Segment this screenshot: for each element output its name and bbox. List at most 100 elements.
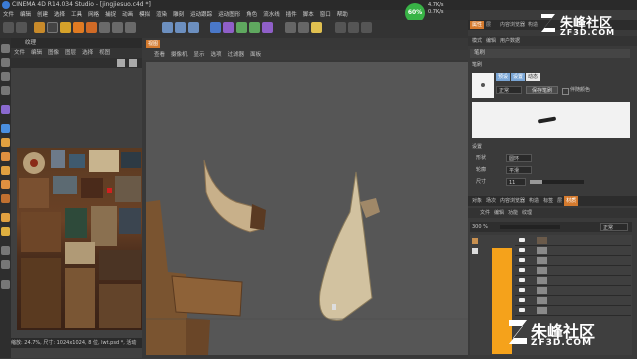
layer-opacity-slider[interactable] xyxy=(500,225,560,229)
menu-animate[interactable]: 动画 xyxy=(119,10,136,20)
brush-mode-dropdown[interactable]: 正常 xyxy=(496,86,522,94)
layers-menu-file[interactable]: 文件 xyxy=(468,208,492,218)
layer-row[interactable] xyxy=(515,256,631,266)
text-tool-icon[interactable] xyxy=(1,213,10,222)
tex-menu-image[interactable]: 图像 xyxy=(45,48,62,58)
layer-row[interactable] xyxy=(515,276,631,286)
undo-icon[interactable] xyxy=(3,22,14,33)
model-mode-icon[interactable] xyxy=(1,44,10,53)
texture-atlas-image[interactable] xyxy=(17,148,142,330)
menu-pipeline[interactable]: 流水线 xyxy=(260,10,283,20)
tex-menu-select[interactable]: 选择 xyxy=(79,48,96,58)
attr-menu-edit[interactable]: 编辑 xyxy=(484,36,498,46)
layer-row[interactable] xyxy=(515,236,631,246)
lower-tab-browser[interactable]: 内容浏览器 xyxy=(498,196,527,206)
points-icon[interactable] xyxy=(1,105,10,114)
vp-menu-options[interactable]: 选项 xyxy=(208,50,225,60)
layer-row[interactable] xyxy=(515,246,631,256)
axis-x-icon[interactable] xyxy=(99,22,110,33)
layer-mode-dropdown[interactable]: 正常 xyxy=(600,223,628,231)
tex-menu-view[interactable]: 视图 xyxy=(96,48,113,58)
menu-window[interactable]: 窗口 xyxy=(317,10,334,20)
tab-structure[interactable]: 构造 xyxy=(526,21,540,29)
lower-tab-structure[interactable]: 构造 xyxy=(527,196,541,206)
deformer-icon[interactable] xyxy=(262,22,273,33)
layer-zoom[interactable]: 300 % xyxy=(470,224,488,230)
vp-menu-view[interactable]: 查看 xyxy=(142,50,168,60)
light-icon[interactable] xyxy=(311,22,322,33)
scale-icon[interactable] xyxy=(73,22,84,33)
eye-icon[interactable] xyxy=(519,238,525,242)
menu-plugins[interactable]: 插件 xyxy=(283,10,300,20)
camera-icon[interactable] xyxy=(298,22,309,33)
cloth-mesh[interactable] xyxy=(318,171,373,321)
cube-icon[interactable] xyxy=(210,22,221,33)
eye-icon[interactable] xyxy=(519,288,525,292)
menu-sculpt[interactable]: 雕刻 xyxy=(170,10,187,20)
workplane-icon[interactable] xyxy=(1,86,10,95)
lower-tab-materials[interactable]: 材质 xyxy=(564,196,579,206)
tab-attributes[interactable]: 属性 xyxy=(470,21,485,29)
lower-tab-objects[interactable]: 对象 xyxy=(470,196,484,206)
size-slider[interactable] xyxy=(530,180,584,184)
star-icon[interactable] xyxy=(1,227,10,236)
axis-y-icon[interactable] xyxy=(112,22,123,33)
menu-tracking[interactable]: 运动跟踪 xyxy=(187,10,215,20)
object-mode-icon[interactable] xyxy=(1,58,10,67)
vp-menu-panel[interactable]: 面板 xyxy=(247,50,264,60)
menu-script[interactable]: 脚本 xyxy=(300,10,317,20)
tex-menu-layer[interactable]: 图层 xyxy=(62,48,79,58)
prop-contour-dropdown[interactable]: 平滑 xyxy=(506,166,532,174)
points-mode-icon[interactable] xyxy=(335,22,346,33)
lower-tab-layers[interactable]: 层 xyxy=(555,196,564,206)
eye-icon[interactable] xyxy=(519,278,525,282)
save-brush-button[interactable]: 保存笔刷 xyxy=(526,86,558,94)
nurbs-icon[interactable] xyxy=(236,22,247,33)
wood-plank[interactable] xyxy=(171,275,243,317)
select-icon[interactable] xyxy=(34,22,45,33)
axis-z-icon[interactable] xyxy=(125,22,136,33)
prop-size-input[interactable]: 11 xyxy=(506,178,526,186)
material-swatch-1[interactable] xyxy=(472,238,478,244)
line-icon[interactable] xyxy=(1,166,10,175)
3d-viewport[interactable] xyxy=(146,62,468,355)
redo-icon[interactable] xyxy=(16,22,27,33)
viewport-tab[interactable]: 视图 xyxy=(146,40,160,48)
eye-icon[interactable] xyxy=(519,248,525,252)
layer-row[interactable] xyxy=(515,266,631,276)
vp-menu-filter[interactable]: 过滤器 xyxy=(225,50,248,60)
drop-icon[interactable] xyxy=(1,180,10,189)
layers-menu-function[interactable]: 功能 xyxy=(506,208,520,218)
menu-select[interactable]: 选择 xyxy=(51,10,68,20)
lower-tab-takes[interactable]: 场次 xyxy=(484,196,498,206)
menu-create[interactable]: 创建 xyxy=(34,10,51,20)
eye-icon[interactable] xyxy=(519,298,525,302)
layer-row[interactable] xyxy=(515,306,631,316)
snap-icon[interactable] xyxy=(1,246,10,255)
fill-icon[interactable] xyxy=(1,138,10,147)
tab-layers[interactable]: 层 xyxy=(484,21,493,29)
vp-menu-camera[interactable]: 摄像机 xyxy=(168,50,191,60)
tex-menu-edit[interactable]: 编辑 xyxy=(28,48,45,58)
texture-grid-icon[interactable] xyxy=(117,59,125,67)
brush-dynamics-button[interactable]: 动态 xyxy=(526,73,540,81)
menu-tools[interactable]: 工具 xyxy=(68,10,85,20)
spline-icon[interactable] xyxy=(223,22,234,33)
array-icon[interactable] xyxy=(249,22,260,33)
render-settings-icon[interactable] xyxy=(188,22,199,33)
attr-menu-mode[interactable]: 模式 xyxy=(468,36,484,46)
layer-row[interactable] xyxy=(515,296,631,306)
brush-section-header[interactable]: 笔刷 xyxy=(470,49,630,58)
render-view-icon[interactable] xyxy=(162,22,173,33)
grid-icon[interactable] xyxy=(1,280,10,289)
live-select-icon[interactable] xyxy=(47,22,58,33)
menu-snap[interactable]: 捕捉 xyxy=(102,10,119,20)
eye-icon[interactable] xyxy=(519,308,525,312)
layers-menu-texture[interactable]: 纹理 xyxy=(520,208,534,218)
eraser-icon[interactable] xyxy=(1,152,10,161)
menu-simulate[interactable]: 模拟 xyxy=(136,10,153,20)
menu-help[interactable]: 帮助 xyxy=(334,10,351,20)
lock-icon[interactable] xyxy=(1,260,10,269)
layers-menu-edit[interactable]: 编辑 xyxy=(492,208,506,218)
menu-mesh[interactable]: 网格 xyxy=(85,10,102,20)
